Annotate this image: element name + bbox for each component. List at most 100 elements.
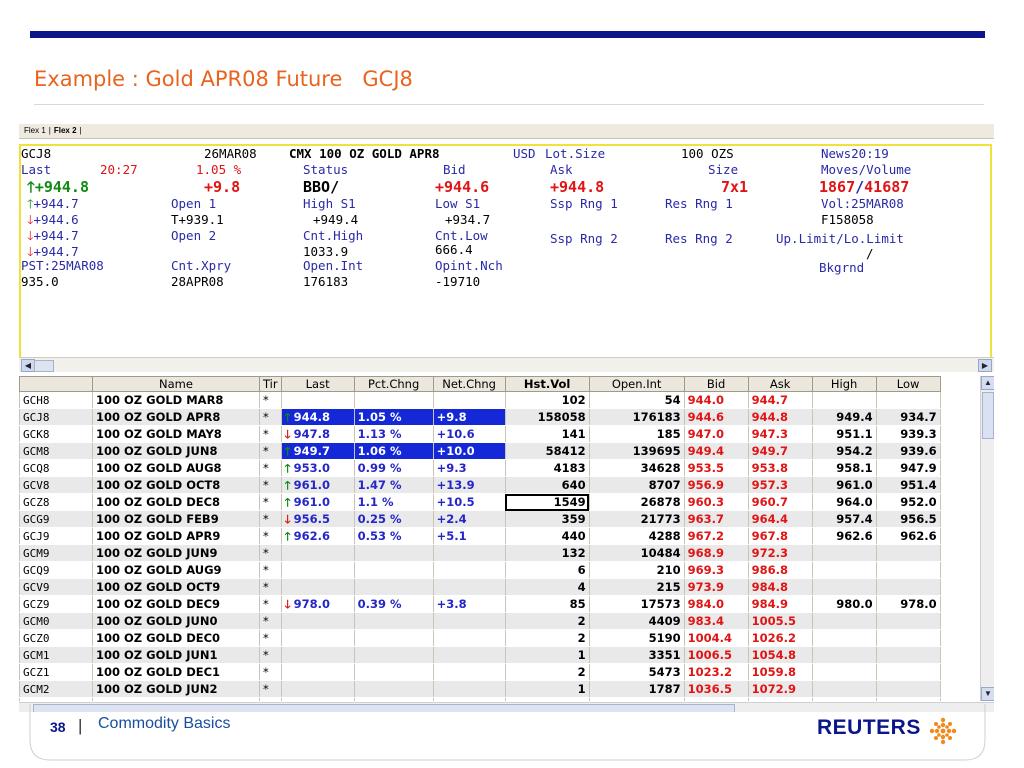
- cell-ask: 986.8: [747, 561, 813, 579]
- cell-code: GCM0: [19, 612, 93, 630]
- cell-high: [811, 578, 877, 596]
- column-header-tir[interactable]: Tir: [259, 376, 282, 392]
- column-header-last[interactable]: Last: [280, 376, 355, 392]
- cell-ask: 944.7: [747, 391, 813, 409]
- cell-last-value: 944.8: [293, 409, 330, 424]
- column-header-pct-chng[interactable]: Pct.Chng: [353, 376, 434, 392]
- cell-net-chng: +10.6: [432, 425, 506, 443]
- volume-value: 41687: [864, 178, 910, 196]
- table-row[interactable]: GCQ8 100 OZ GOLD AUG8 * 🡑 953.0 0.99 % +9.3 418…: [19, 459, 941, 477]
- cell-open-int: 210: [588, 561, 685, 579]
- prev-price-3: 🡓+944.7: [27, 228, 79, 243]
- column-header-low[interactable]: Low: [875, 376, 941, 392]
- table-row[interactable]: GCQ9 100 OZ GOLD AUG9 * 6 210 969.3 986.8: [19, 561, 941, 579]
- cell-high: 980.0: [811, 595, 877, 613]
- scroll-up-icon[interactable]: ▲: [981, 376, 994, 390]
- futures-chain-grid: Name Tir Last Pct.Chng Net.Chng Hst.Vol …: [19, 376, 979, 701]
- table-row[interactable]: GCZ1 100 OZ GOLD DEC1 * 2 5473 1023.2 1059.8: [19, 663, 941, 681]
- table-row[interactable]: GCV8 100 OZ GOLD OCT8 * 🡑 961.0 1.47 % +13.9 64…: [19, 476, 941, 494]
- cell-name: 100 OZ GOLD FEB9: [92, 510, 260, 528]
- cell-open-int: 21773: [588, 510, 685, 528]
- table-row[interactable]: GCG9 100 OZ GOLD FEB9 * 🡓 956.5 0.25 % +2.4 359…: [19, 510, 941, 528]
- table-row[interactable]: GCM8 100 OZ GOLD JUN8 * 🡑 949.7 1.06 % +10.0 58…: [19, 442, 941, 460]
- cell-code: GCJ9: [19, 527, 93, 545]
- cell-name: 100 OZ GOLD MAR8: [92, 391, 260, 409]
- scroll-left-icon[interactable]: ◀: [21, 359, 35, 372]
- cell-code: GCQ9: [19, 561, 93, 579]
- cell-tir: *: [259, 425, 282, 443]
- res-rng1-label: Res Rng 1: [665, 196, 733, 211]
- size-value: 7x1: [721, 178, 749, 196]
- cell-ask: 1059.8: [747, 663, 813, 681]
- cell-tir: *: [259, 459, 282, 477]
- grid-vertical-scrollbar[interactable]: ▲ ▼: [980, 376, 994, 701]
- high-label: High S1: [303, 196, 356, 211]
- cell-name: 100 OZ GOLD DEC0: [92, 629, 260, 647]
- tab-flex-1[interactable]: Flex 1: [21, 124, 49, 138]
- column-header-net-chng[interactable]: Net.Chng: [432, 376, 506, 392]
- cell-open-int: 10484: [588, 544, 685, 562]
- opint-nch-value: -19710: [435, 274, 481, 289]
- open1-label: Open 1: [171, 196, 217, 211]
- cell-last: [280, 561, 355, 579]
- table-row[interactable]: GCM1 100 OZ GOLD JUN1 * 1 3351 1006.5 1054.8: [19, 646, 941, 664]
- column-header-code[interactable]: [19, 376, 93, 392]
- cell-code: GCM8: [19, 442, 93, 460]
- table-row[interactable]: GCV9 100 OZ GOLD OCT9 * 4 215 973.9 984.8: [19, 578, 941, 596]
- cell-ask: 1026.2: [747, 629, 813, 647]
- cell-open-int: 17573: [588, 595, 685, 613]
- table-row[interactable]: GCZ0 100 OZ GOLD DEC0 * 2 5190 1004.4 1026.2: [19, 629, 941, 647]
- up-arrow-icon: 🡑: [284, 460, 291, 475]
- column-header-high[interactable]: High: [811, 376, 877, 392]
- quote-ric: GCJ8: [21, 146, 52, 161]
- column-header-bid[interactable]: Bid: [683, 376, 749, 392]
- cell-name: 100 OZ GOLD JUN1: [92, 646, 260, 664]
- cell-bid: 1004.4: [683, 629, 749, 647]
- cell-hst-vol: 85: [504, 595, 590, 613]
- column-header-open-int[interactable]: Open.Int: [588, 376, 685, 392]
- last-price: 🡑+944.8: [27, 179, 89, 195]
- slide-title: Example : Gold APR08 Future GCJ8: [34, 67, 413, 91]
- cell-name: 100 OZ GOLD OCT8: [92, 476, 260, 494]
- column-header-hst-vol[interactable]: Hst.Vol: [504, 376, 590, 392]
- table-row[interactable]: GCM2 100 OZ GOLD JUN2 * 1 1787 1036.5 1072.9: [19, 680, 941, 698]
- scroll-down-icon[interactable]: ▼: [981, 687, 994, 701]
- cell-last: 🡑 944.8: [280, 408, 355, 426]
- cell-pct-chng: [353, 544, 434, 562]
- scrollbar-thumb[interactable]: [34, 360, 54, 372]
- down-arrow-icon: 🡓: [284, 426, 291, 441]
- table-row[interactable]: GCJ8 100 OZ GOLD APR8 * 🡑 944.8 1.05 % +9.8 158…: [19, 408, 941, 426]
- table-row[interactable]: GCM0 100 OZ GOLD JUN0 * 2 4409 983.4 1005.5: [19, 612, 941, 630]
- cell-hst-vol: 359: [504, 510, 590, 528]
- table-row[interactable]: GCZ8 100 OZ GOLD DEC8 * 🡑 961.0 1.1 % +10.5 154…: [19, 493, 941, 511]
- table-row[interactable]: GCM9 100 OZ GOLD JUN9 * 132 10484 968.9 972.3: [19, 544, 941, 562]
- scroll-right-icon[interactable]: ▶: [978, 359, 992, 372]
- cell-last-value: 949.7: [293, 443, 330, 458]
- tab-flex-2[interactable]: Flex 2: [51, 124, 80, 138]
- cell-low: [875, 391, 941, 409]
- cell-ask: 1054.8: [747, 646, 813, 664]
- moves-value: 1867: [819, 178, 856, 196]
- top-accent-bar: [30, 31, 985, 38]
- cell-pct-chng: 1.06 %: [353, 442, 434, 460]
- cell-low: [875, 646, 941, 664]
- res-rng2-label: Res Rng 2: [665, 231, 733, 246]
- cell-bid: 983.4: [683, 612, 749, 630]
- table-row[interactable]: GCZ9 100 OZ GOLD DEC9 * 🡓 978.0 0.39 % +3.8 85 1…: [19, 595, 941, 613]
- cell-bid: 960.3: [683, 493, 749, 511]
- table-header: Name Tir Last Pct.Chng Net.Chng Hst.Vol …: [19, 376, 941, 392]
- limit-label: Up.Limit/Lo.Limit: [776, 231, 904, 246]
- cell-code: GCZ0: [19, 629, 93, 647]
- quote-horizontal-scrollbar[interactable]: ◀ ▶: [19, 357, 994, 372]
- column-header-name[interactable]: Name: [92, 376, 260, 392]
- table-row[interactable]: GCJ9 100 OZ GOLD APR9 * 🡑 962.6 0.53 % +5.1 440…: [19, 527, 941, 545]
- table-row[interactable]: GCH8 100 OZ GOLD MAR8 * 102 54 944.0 944.7: [19, 391, 941, 409]
- cell-last: [280, 646, 355, 664]
- cell-net-chng: +10.0: [432, 442, 506, 460]
- cell-name: 100 OZ GOLD OCT9: [92, 578, 260, 596]
- table-row[interactable]: GCK8 100 OZ GOLD MAY8 * 🡓 947.8 1.13 % +10.6 14…: [19, 425, 941, 443]
- column-header-ask[interactable]: Ask: [747, 376, 813, 392]
- reuters-dots-icon: [929, 717, 957, 745]
- cell-high: 951.1: [811, 425, 877, 443]
- scrollbar-thumb[interactable]: [982, 392, 994, 439]
